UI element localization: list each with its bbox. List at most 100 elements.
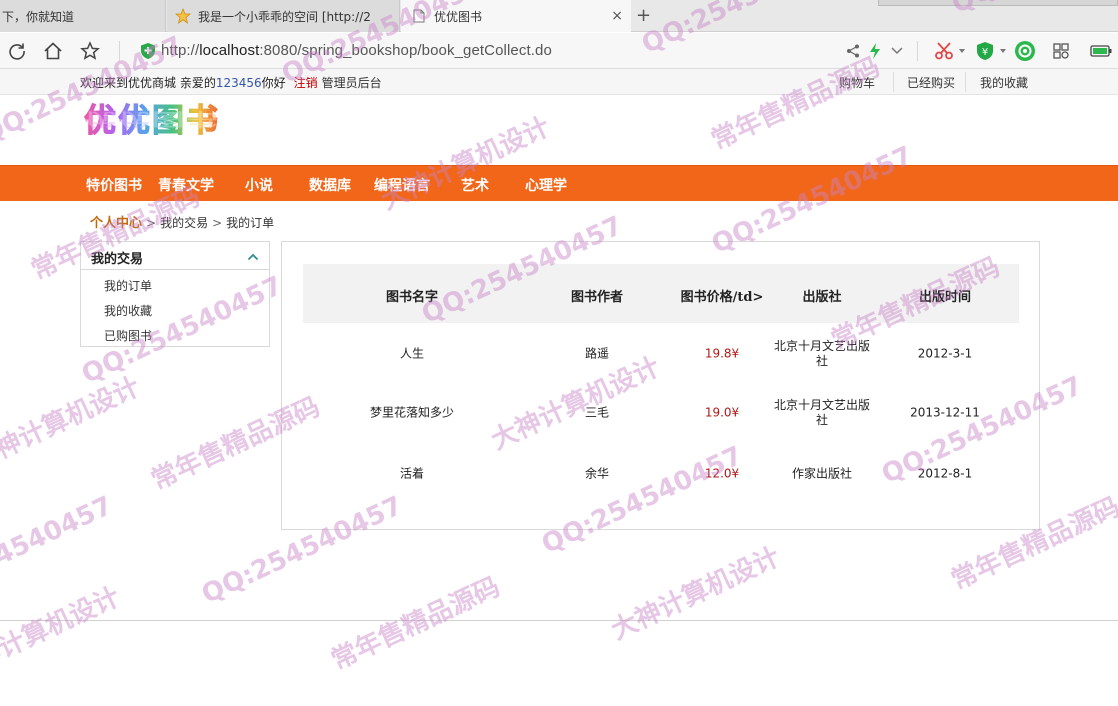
- secure-shield-icon: [140, 42, 156, 63]
- favorites-link[interactable]: 我的收藏: [980, 74, 1028, 91]
- star-favicon-icon: [175, 8, 191, 24]
- breadcrumb-home[interactable]: 个人中心: [90, 216, 142, 231]
- watermark-text: 大神计算机设计: [0, 581, 125, 687]
- book-name-cell[interactable]: 梦里花落知多少: [370, 406, 454, 421]
- url-input[interactable]: http://localhost:8080/spring_bookshop/bo…: [161, 42, 552, 59]
- browser-tab-1[interactable]: 下，你就知道: [0, 0, 166, 32]
- breadcrumb-level3: 我的订单: [226, 216, 275, 230]
- column-header-author: 图书作者: [570, 290, 624, 305]
- page-favicon-icon: [411, 8, 427, 24]
- watermark-text: 大神计算机设计: [0, 371, 145, 477]
- admin-link[interactable]: 管理员后台: [322, 76, 382, 90]
- browser-tab-active[interactable]: 优优图书 ×: [401, 0, 631, 32]
- nav-item-psychology[interactable]: 心理学: [525, 175, 567, 195]
- chevron-down-icon[interactable]: [890, 41, 904, 61]
- sidebar-item-purchased-books[interactable]: 已购图书: [104, 327, 152, 344]
- table-header: 图书名字 图书作者 图书价格/td> 出版社 出版时间: [303, 264, 1019, 323]
- bookmark-star-icon[interactable]: [79, 40, 101, 62]
- chevron-up-icon[interactable]: [247, 250, 259, 264]
- currency-symbol: ¥: [731, 405, 740, 420]
- publisher-line2: 社: [815, 354, 829, 368]
- sidebar-item-my-orders[interactable]: 我的订单: [104, 277, 152, 294]
- logout-link[interactable]: 注销: [294, 76, 318, 90]
- divider: [917, 41, 918, 61]
- currency-symbol: ¥: [731, 466, 740, 481]
- welcome-message: 欢迎来到优优商城 亲爱的123456你好 注销 管理员后台: [80, 74, 382, 91]
- browser-tab-bar: 下，你就知道 我是一个小乖乖的空间 [http://2 优优图书 × +: [0, 0, 1118, 32]
- divider: [119, 41, 120, 61]
- author-cell: 路遥: [584, 346, 610, 361]
- tab-title: 我是一个小乖乖的空间 [http://2: [198, 9, 371, 24]
- breadcrumb: 个人中心 > 我的交易 > 我的订单: [90, 212, 274, 231]
- browser-tab-2[interactable]: 我是一个小乖乖的空间 [http://2: [167, 0, 400, 32]
- price-cell: 19.8¥: [705, 347, 739, 362]
- publisher-cell: 作家出版社: [791, 466, 853, 481]
- window-control-area: [878, 0, 1118, 6]
- watermark-text: 常年售精品源码: [326, 571, 505, 677]
- home-icon[interactable]: [42, 40, 64, 62]
- publisher-cell: 北京十月文艺出版社: [774, 339, 870, 369]
- site-logo[interactable]: 优优图书 优优图书: [83, 100, 254, 162]
- page-footer-divider: [0, 620, 1118, 621]
- close-tab-icon[interactable]: ×: [611, 8, 623, 24]
- apps-grid-icon[interactable]: [1053, 41, 1069, 61]
- extension-globe-icon[interactable]: [1014, 41, 1036, 61]
- share-icon[interactable]: [846, 41, 860, 61]
- publisher-line1: 北京十月文艺出版: [773, 339, 871, 353]
- publisher-line2: 社: [815, 413, 829, 427]
- publisher-cell: 北京十月文艺出版社: [774, 398, 870, 428]
- publish-date-cell: 2013-12-11: [910, 405, 980, 420]
- url-host: localhost: [199, 42, 260, 59]
- purchased-link[interactable]: 已经购买: [907, 74, 955, 91]
- svg-text:¥: ¥: [982, 47, 988, 58]
- book-name-cell[interactable]: 活着: [400, 467, 424, 482]
- sidebar-trades: 我的交易 我的订单 我的收藏 已购图书: [80, 241, 270, 347]
- lightning-icon[interactable]: [869, 41, 881, 61]
- scissors-icon[interactable]: [935, 41, 953, 61]
- publish-date-cell: 2012-3-1: [917, 346, 973, 361]
- nav-item-programming[interactable]: 编程语言: [374, 175, 430, 195]
- publish-date-cell: 2012-8-1: [917, 466, 973, 481]
- dropdown-small-icon[interactable]: [958, 41, 966, 61]
- column-header-price: 图书价格/td>: [680, 290, 764, 305]
- watermark-text: 大神计算机设计: [606, 541, 785, 647]
- column-header-publish-date: 出版时间: [918, 290, 972, 305]
- yen-shield-icon[interactable]: ¥: [976, 41, 994, 61]
- currency-symbol: ¥: [731, 346, 740, 361]
- nav-item-youth-literature[interactable]: 青春文学: [158, 175, 214, 195]
- sidebar-title: 我的交易: [91, 252, 144, 267]
- url-prefix: http://: [161, 42, 200, 59]
- battery-icon: [1090, 41, 1112, 61]
- price-value: 19.0: [704, 405, 732, 420]
- publisher-line1: 北京十月文艺出版: [773, 398, 871, 412]
- logo-reflection: 优优图书: [84, 108, 221, 130]
- watermark-text: QQ:254540457: [0, 490, 118, 610]
- author-cell: 三毛: [584, 405, 610, 420]
- author-cell: 余华: [584, 466, 610, 481]
- nav-item-bargain[interactable]: 特价图书: [86, 175, 142, 195]
- nav-item-database[interactable]: 数据库: [309, 175, 351, 195]
- sidebar-header[interactable]: 我的交易: [81, 242, 269, 270]
- cart-link[interactable]: 购物车: [839, 74, 875, 91]
- price-value: 12.0: [704, 466, 732, 481]
- column-header-book-name: 图书名字: [385, 290, 439, 305]
- browser-address-bar: http://localhost:8080/spring_bookshop/bo…: [0, 33, 1118, 69]
- divider: [893, 72, 894, 92]
- column-header-publisher: 出版社: [802, 290, 842, 305]
- price-cell: 19.0¥: [705, 406, 739, 421]
- divider: [965, 72, 966, 92]
- url-path: :8080/spring_bookshop/book_getCollect.do: [259, 42, 552, 59]
- price-cell: 12.0¥: [705, 467, 739, 482]
- price-value: 19.8: [704, 346, 732, 361]
- username: 123456: [215, 76, 262, 90]
- breadcrumb-separator: >: [146, 216, 157, 230]
- nav-item-novel[interactable]: 小说: [245, 175, 273, 195]
- sidebar-item-my-favorites[interactable]: 我的收藏: [104, 302, 152, 319]
- breadcrumb-level2[interactable]: 我的交易: [160, 216, 208, 230]
- book-name-cell[interactable]: 人生: [400, 347, 424, 362]
- dropdown-small-icon[interactable]: [999, 41, 1007, 61]
- reload-icon[interactable]: [6, 40, 28, 62]
- new-tab-button[interactable]: +: [636, 5, 651, 26]
- nav-item-art[interactable]: 艺术: [461, 175, 489, 195]
- site-top-bar: 欢迎来到优优商城 亲爱的123456你好 注销 管理员后台 购物车 已经购买 我的收…: [0, 69, 1118, 95]
